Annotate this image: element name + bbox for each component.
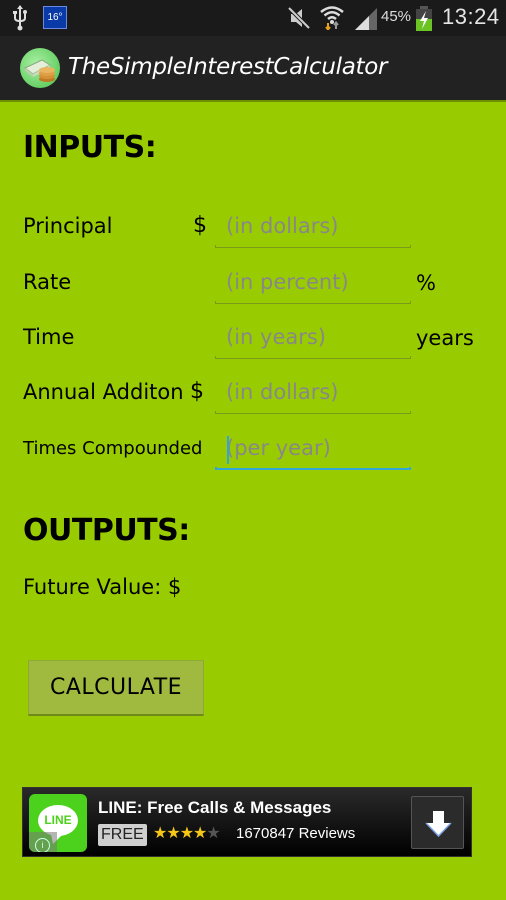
annual-addition-label: Annual Additon	[23, 380, 184, 404]
ad-review-count: 1670847 Reviews	[236, 825, 356, 842]
clock: 13:24	[442, 4, 500, 29]
star-filled-icon: ★	[166, 823, 180, 842]
signal-icon	[355, 8, 377, 30]
star-empty-icon: ★	[206, 823, 220, 842]
principal-field[interactable]	[215, 210, 411, 250]
outputs-heading: OUTPUTS:	[23, 513, 190, 548]
principal-label: Principal	[23, 214, 113, 238]
annual-addition-input[interactable]	[215, 376, 411, 408]
rate-underline	[215, 301, 411, 304]
text-cursor	[227, 436, 229, 464]
rate-input[interactable]	[215, 266, 411, 298]
rating-stars: ★★★★★	[153, 823, 221, 842]
time-input[interactable]	[215, 321, 411, 353]
star-filled-icon: ★	[153, 823, 167, 842]
principal-underline	[215, 245, 411, 248]
ad-banner[interactable]: LINE i LINE: Free Calls & Messages FREE …	[22, 787, 472, 857]
rate-label: Rate	[23, 270, 72, 294]
future-value-label: Future Value: $	[23, 575, 182, 599]
principal-dollar-prefix: $	[193, 213, 207, 238]
star-filled-icon: ★	[179, 823, 194, 842]
download-arrow-icon	[425, 811, 452, 838]
times-compounded-input[interactable]	[215, 432, 411, 464]
time-years-suffix: years	[416, 326, 474, 350]
rate-field[interactable]	[215, 266, 411, 306]
time-label: Time	[23, 325, 75, 349]
action-bar: TheSimpleInterestCalculator	[0, 36, 506, 102]
weather-icon: 16°	[43, 6, 67, 29]
ad-app-name: LINE: Free Calls & Messages	[98, 798, 332, 817]
times-compounded-label: Times Compounded	[23, 438, 203, 459]
star-filled-icon: ★	[193, 823, 207, 842]
inputs-heading: INPUTS:	[23, 130, 157, 165]
money-coins-icon	[20, 48, 60, 88]
mute-icon	[287, 6, 311, 30]
annual-addition-underline	[215, 411, 411, 414]
status-bar: 16° 45% 13:24	[0, 0, 506, 36]
battery-charging-icon	[416, 6, 432, 31]
time-underline	[215, 356, 411, 359]
usb-icon	[13, 5, 27, 31]
ad-info-badge[interactable]: i	[29, 832, 57, 852]
principal-input[interactable]	[215, 210, 411, 242]
ad-price-badge: FREE	[98, 824, 147, 846]
app-title: TheSimpleInterestCalculator	[68, 54, 388, 80]
rate-percent-suffix: %	[416, 271, 436, 295]
download-button[interactable]	[411, 796, 464, 849]
info-icon: i	[35, 838, 50, 852]
annual-addition-dollar-prefix: $	[190, 379, 204, 404]
line-app-icon: LINE i	[29, 794, 87, 852]
time-field[interactable]	[215, 321, 411, 361]
times-compounded-underline	[215, 467, 411, 470]
annual-addition-field[interactable]	[215, 376, 411, 416]
wifi-icon	[320, 6, 344, 30]
times-compounded-field[interactable]	[215, 432, 411, 472]
calculate-button[interactable]: CALCULATE	[28, 660, 204, 716]
battery-percent: 45%	[381, 8, 412, 25]
